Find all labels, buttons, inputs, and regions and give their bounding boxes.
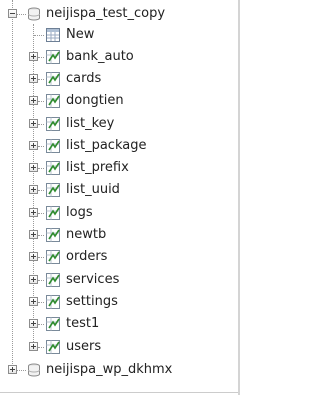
table-node[interactable]: list_uuid bbox=[0, 179, 238, 201]
tree-connector bbox=[38, 79, 44, 80]
expand-toggle[interactable] bbox=[29, 230, 38, 239]
table-label: logs bbox=[66, 205, 93, 220]
tree-connector bbox=[17, 370, 26, 371]
tree-connector bbox=[38, 101, 44, 102]
tree-connector bbox=[38, 280, 44, 281]
table-label: list_key bbox=[66, 116, 115, 131]
expand-toggle[interactable] bbox=[8, 365, 17, 374]
database-icon bbox=[28, 7, 40, 21]
vertical-scrollbar[interactable] bbox=[238, 0, 240, 395]
table-label: list_uuid bbox=[66, 182, 120, 197]
expand-toggle[interactable] bbox=[29, 319, 38, 328]
expand-toggle[interactable] bbox=[29, 252, 38, 261]
tree-connector bbox=[38, 235, 44, 236]
database-label: neijispa_test_copy bbox=[46, 6, 166, 21]
new-table-icon bbox=[46, 28, 60, 42]
table-icon bbox=[46, 228, 60, 242]
table-label: services bbox=[66, 272, 120, 287]
table-icon bbox=[46, 273, 60, 287]
database-node-neijispa-test-copy[interactable]: neijispa_test_copy bbox=[0, 3, 238, 25]
table-label: dongtien bbox=[66, 93, 124, 108]
expand-toggle[interactable] bbox=[29, 74, 38, 83]
table-node[interactable]: list_prefix bbox=[0, 157, 238, 179]
tree-connector bbox=[17, 14, 26, 15]
tree-connector bbox=[38, 213, 44, 214]
expand-toggle[interactable] bbox=[29, 275, 38, 284]
expand-toggle[interactable] bbox=[29, 163, 38, 172]
table-icon bbox=[46, 250, 60, 264]
table-node[interactable]: bank_auto bbox=[0, 46, 238, 68]
table-icon bbox=[46, 50, 60, 64]
table-icon bbox=[46, 117, 60, 131]
table-icon bbox=[46, 206, 60, 220]
tree-connector bbox=[38, 190, 44, 191]
navigation-tree-panel: neijispa_test_copy New bank_auto cards d… bbox=[0, 0, 243, 395]
table-icon bbox=[46, 183, 60, 197]
collapse-toggle[interactable] bbox=[8, 9, 17, 18]
table-node[interactable]: dongtien bbox=[0, 90, 238, 112]
tree-connector bbox=[38, 302, 44, 303]
tree-connector bbox=[38, 57, 44, 58]
expand-toggle[interactable] bbox=[29, 208, 38, 217]
tree-connector bbox=[38, 324, 44, 325]
table-icon bbox=[46, 317, 60, 331]
expand-toggle[interactable] bbox=[29, 141, 38, 150]
table-node[interactable]: list_package bbox=[0, 135, 238, 157]
table-label: settings bbox=[66, 294, 118, 309]
database-icon bbox=[28, 363, 40, 377]
expand-toggle[interactable] bbox=[29, 119, 38, 128]
table-node[interactable]: list_key bbox=[0, 113, 238, 135]
expand-toggle[interactable] bbox=[29, 185, 38, 194]
table-icon bbox=[46, 295, 60, 309]
database-node-neijispa-wp-dkhmx[interactable]: neijispa_wp_dkhmx bbox=[0, 359, 238, 381]
table-node[interactable]: services bbox=[0, 269, 238, 291]
table-label: list_package bbox=[66, 138, 147, 153]
tree-item-label: New bbox=[66, 27, 95, 42]
table-label: orders bbox=[66, 249, 108, 264]
table-label: bank_auto bbox=[66, 49, 134, 64]
table-node[interactable]: cards bbox=[0, 68, 238, 90]
table-label: newtb bbox=[66, 227, 107, 242]
table-icon bbox=[46, 340, 60, 354]
table-label: cards bbox=[66, 71, 102, 86]
tree-connector bbox=[34, 35, 44, 36]
table-icon bbox=[46, 139, 60, 153]
table-label: users bbox=[66, 339, 102, 354]
panel-divider bbox=[0, 392, 240, 393]
expand-toggle[interactable] bbox=[29, 96, 38, 105]
table-icon bbox=[46, 161, 60, 175]
table-node[interactable]: test1 bbox=[0, 313, 238, 335]
table-node[interactable]: newtb bbox=[0, 224, 238, 246]
table-icon bbox=[46, 94, 60, 108]
table-label: test1 bbox=[66, 316, 100, 331]
table-node[interactable]: orders bbox=[0, 246, 238, 268]
expand-toggle[interactable] bbox=[29, 52, 38, 61]
table-label: list_prefix bbox=[66, 160, 129, 175]
tree-connector bbox=[38, 257, 44, 258]
table-node[interactable]: users bbox=[0, 336, 238, 358]
table-icon bbox=[46, 72, 60, 86]
tree-connector bbox=[38, 168, 44, 169]
tree-connector bbox=[38, 347, 44, 348]
tree-connector bbox=[38, 124, 44, 125]
tree-connector bbox=[38, 146, 44, 147]
database-label: neijispa_wp_dkhmx bbox=[46, 362, 173, 377]
tree-item-new[interactable]: New bbox=[0, 24, 238, 46]
table-node[interactable]: logs bbox=[0, 202, 238, 224]
table-node[interactable]: settings bbox=[0, 291, 238, 313]
expand-toggle[interactable] bbox=[29, 297, 38, 306]
expand-toggle[interactable] bbox=[29, 342, 38, 351]
